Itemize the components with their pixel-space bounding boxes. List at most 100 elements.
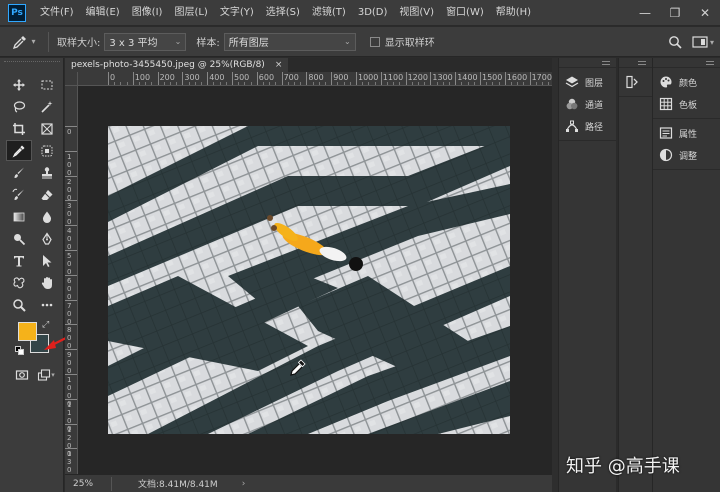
ruler-minor-tick bbox=[188, 82, 190, 85]
hand-tool[interactable] bbox=[34, 272, 60, 293]
toolbar-grip[interactable] bbox=[4, 61, 60, 67]
eyedropper-cursor bbox=[290, 359, 306, 376]
menu-layer[interactable]: 图层(L) bbox=[168, 0, 213, 26]
path-selection-tool[interactable] bbox=[34, 250, 60, 271]
ruler-tick bbox=[405, 72, 407, 85]
ruler-tick bbox=[65, 448, 77, 450]
sample-size-select[interactable]: 3 x 3 平均 ⌄ bbox=[104, 32, 187, 51]
type-tool[interactable] bbox=[6, 250, 32, 271]
ruler-minor-tick bbox=[213, 82, 215, 85]
menu-help[interactable]: 帮助(H) bbox=[490, 0, 537, 26]
maximize-button[interactable]: ❐ bbox=[660, 0, 690, 26]
blur-tool[interactable] bbox=[34, 206, 60, 227]
screen-mode-icon bbox=[38, 368, 51, 381]
ruler-origin[interactable] bbox=[65, 72, 78, 86]
panel-tab-color[interactable]: 颜色 bbox=[653, 71, 720, 93]
properties-icon bbox=[659, 126, 673, 140]
brush-tool[interactable] bbox=[6, 162, 32, 183]
move-tool[interactable] bbox=[6, 74, 32, 95]
ruler-tick-label: 1500 bbox=[482, 73, 503, 82]
panel-tab-swatches[interactable]: 色板 bbox=[653, 93, 720, 115]
ruler-minor-tick bbox=[492, 82, 494, 85]
stamp-tool[interactable] bbox=[34, 162, 60, 183]
channels-icon bbox=[565, 97, 579, 111]
ruler-minor-tick bbox=[486, 82, 488, 85]
panel-grip[interactable] bbox=[619, 58, 652, 68]
menu-filter[interactable]: 滤镜(T) bbox=[306, 0, 352, 26]
panel-grip[interactable] bbox=[559, 58, 616, 68]
panel-tab-channels[interactable]: 通道 bbox=[559, 93, 616, 115]
ruler-tick-label: 600 bbox=[67, 276, 72, 301]
quickmask-row: ▾ bbox=[10, 364, 58, 385]
menu-3d[interactable]: 3D(D) bbox=[352, 0, 394, 26]
frequency-tool[interactable] bbox=[34, 140, 60, 161]
history-brush-tool[interactable] bbox=[6, 184, 32, 205]
menu-bar: Ps 文件(F) 编辑(E) 图像(I) 图层(L) 文字(Y) 选择(S) 滤… bbox=[0, 0, 720, 26]
menu-image[interactable]: 图像(I) bbox=[126, 0, 169, 26]
panel-tab-adjustments[interactable]: 调整 bbox=[653, 144, 720, 166]
ruler-tick-label: 300 bbox=[67, 202, 72, 227]
lasso-tool[interactable] bbox=[6, 96, 32, 117]
gradient-tool[interactable] bbox=[6, 206, 32, 227]
ruler-minor-tick bbox=[368, 82, 370, 85]
screen-mode-button[interactable]: ▾ bbox=[34, 364, 58, 385]
edit-toolbar-button[interactable] bbox=[34, 294, 60, 315]
show-sampling-ring-checkbox[interactable] bbox=[369, 36, 380, 47]
ruler-minor-tick bbox=[548, 82, 550, 85]
menu-type[interactable]: 文字(Y) bbox=[214, 0, 260, 26]
document-tab-title: pexels-photo-3455450.jpeg @ 25%(RGB/8) bbox=[71, 60, 265, 70]
ruler-tick-label: 200 bbox=[67, 177, 72, 202]
document-canvas[interactable] bbox=[78, 86, 552, 474]
foreground-color-swatch[interactable] bbox=[18, 322, 37, 341]
magic-wand-tool[interactable] bbox=[34, 96, 60, 117]
sample-value: 所有图层 bbox=[228, 38, 269, 49]
menu-window[interactable]: 窗口(W) bbox=[440, 0, 490, 26]
document-tab[interactable]: pexels-photo-3455450.jpeg @ 25%(RGB/8) × bbox=[65, 58, 289, 72]
menu-select[interactable]: 选择(S) bbox=[260, 0, 306, 26]
panel-tab-paths[interactable]: 路径 bbox=[559, 115, 616, 137]
tool-preset-picker[interactable]: ▾ bbox=[8, 31, 40, 53]
ruler-minor-tick bbox=[170, 82, 171, 85]
marquee-tool[interactable] bbox=[34, 74, 60, 95]
minimize-button[interactable]: — bbox=[630, 0, 660, 26]
zoom-level[interactable]: 25% bbox=[65, 479, 105, 489]
eraser-icon bbox=[41, 189, 53, 200]
zoom-tool[interactable] bbox=[6, 294, 32, 315]
search-button[interactable] bbox=[664, 31, 686, 53]
properties-label: 属性 bbox=[679, 129, 698, 140]
crop-tool[interactable] bbox=[6, 118, 32, 139]
ruler-minor-tick bbox=[449, 82, 450, 85]
workspace-button[interactable]: ▾ bbox=[692, 31, 714, 53]
ruler-minor-tick bbox=[275, 82, 277, 85]
ruler-tick bbox=[65, 299, 77, 301]
panel-tab-properties[interactable]: 属性 bbox=[653, 122, 720, 144]
ruler-tick bbox=[65, 126, 77, 127]
color-label: 颜色 bbox=[679, 78, 698, 89]
menu-file[interactable]: 文件(F) bbox=[34, 0, 80, 26]
frame-tool[interactable] bbox=[34, 118, 60, 139]
pen-tool[interactable] bbox=[34, 228, 60, 249]
close-tab-icon[interactable]: × bbox=[275, 58, 283, 72]
panel-tab-layers[interactable]: 图层 bbox=[559, 71, 616, 93]
eraser-tool[interactable] bbox=[34, 184, 60, 205]
default-colors-icon[interactable] bbox=[15, 346, 24, 355]
close-button[interactable]: ✕ bbox=[690, 0, 720, 26]
ruler-tick bbox=[232, 72, 233, 85]
eyedropper-tool[interactable] bbox=[6, 140, 32, 161]
dodge-tool[interactable] bbox=[6, 228, 32, 249]
layers-icon bbox=[565, 75, 579, 89]
menu-edit[interactable]: 编辑(E) bbox=[80, 0, 126, 26]
quick-mask-button[interactable] bbox=[10, 364, 34, 385]
panel-tab-history[interactable] bbox=[619, 71, 652, 93]
sample-select[interactable]: 所有图层 ⌄ bbox=[223, 32, 356, 51]
menu-view[interactable]: 视图(V) bbox=[393, 0, 440, 26]
ruler-minor-tick bbox=[126, 82, 128, 85]
ruler-tick bbox=[65, 423, 77, 425]
panel-grip[interactable] bbox=[653, 58, 720, 68]
shape-tool[interactable] bbox=[6, 272, 32, 293]
status-menu-arrow[interactable]: › bbox=[242, 479, 246, 489]
vertical-ruler[interactable]: 0 100 200 300 400 500 600 700 800 900 1000 1100 1200… bbox=[65, 86, 78, 474]
sample-size-value: 3 x 3 平均 bbox=[109, 38, 158, 49]
horizontal-ruler[interactable]: 0 100 200 300 400 500 600 700 800 900 1000 1100 1200… bbox=[78, 72, 552, 86]
tools-panel: ⤢ ▾ bbox=[0, 58, 87, 492]
